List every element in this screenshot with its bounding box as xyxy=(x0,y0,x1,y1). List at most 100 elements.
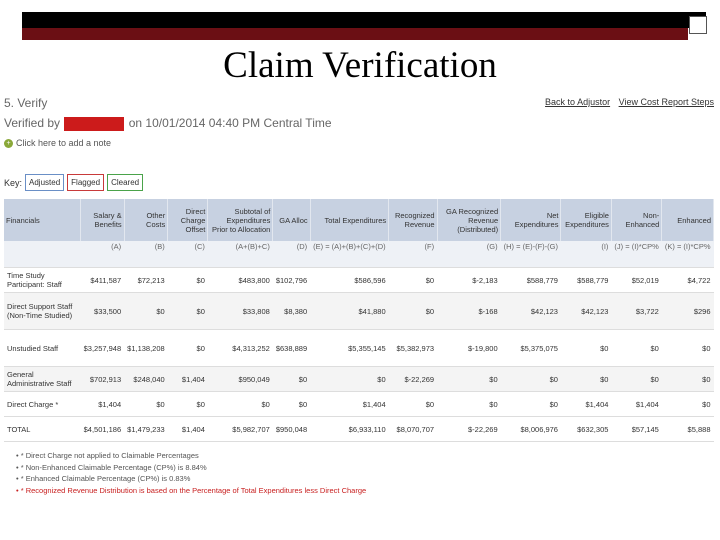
row-label: General Administrative Staff xyxy=(4,366,81,392)
table-cell: $5,355,145 xyxy=(310,329,389,367)
table-cell: $8,006,976 xyxy=(500,416,561,442)
table-cell: $57,145 xyxy=(611,416,662,442)
add-note[interactable]: + Click here to add a note xyxy=(4,138,111,148)
table-cell: $1,404 xyxy=(560,391,612,417)
table-cell: $0 xyxy=(124,391,168,417)
table-cell: $1,404 xyxy=(310,391,389,417)
table-cell: $632,305 xyxy=(560,416,612,442)
table-row-total: TOTAL $4,501,186 $1,479,233 $1,404 $5,98… xyxy=(4,416,714,442)
table-cell: $950,049 xyxy=(207,366,273,392)
formula-cell: (H) = (E)-(F)-(G) xyxy=(500,241,561,268)
redacted-name xyxy=(64,116,125,131)
table-header-row: Financials Salary & Benefits Other Costs… xyxy=(4,199,714,241)
table-cell: $0 xyxy=(167,292,208,330)
col-direct-charge-offset: Direct Charge Offset xyxy=(167,199,209,241)
table-cell: $0 xyxy=(167,329,208,367)
verified-prefix: Verified by xyxy=(4,116,61,130)
col-other-costs: Other Costs xyxy=(124,199,169,241)
row-label: Direct Support Staff (Non-Time Studied) xyxy=(4,292,81,330)
col-net-expenditures: Net Expenditures xyxy=(500,199,562,241)
col-enhanced: Enhanced xyxy=(661,199,714,241)
table-cell: $0 xyxy=(560,366,612,392)
footnote: * Non-Enhanced Claimable Percentage (CP%… xyxy=(16,462,366,474)
table-cell: $702,913 xyxy=(80,366,125,392)
table-cell: $0 xyxy=(437,391,501,417)
table-cell: $72,213 xyxy=(124,267,168,293)
formula-cell: (B) xyxy=(124,241,168,268)
col-total-expenditures: Total Expenditures xyxy=(310,199,390,241)
table-cell: $0 xyxy=(661,329,714,367)
key-flagged: Flagged xyxy=(67,174,105,191)
row-label: Direct Charge * xyxy=(4,391,81,417)
table-row-direct-charge: Direct Charge * $1,404 $0 $0 $0 $0 $1,40… xyxy=(4,391,714,417)
table-cell: $102,796 xyxy=(272,267,311,293)
key-adjusted: Adjusted xyxy=(25,174,65,191)
table-cell: $0 xyxy=(611,329,662,367)
table-cell: $5,888 xyxy=(661,416,714,442)
footnote: * Enhanced Claimable Percentage (CP%) is… xyxy=(16,473,366,485)
table-cell: $5,375,075 xyxy=(500,329,561,367)
formula-cell: (A+(B)+C) xyxy=(207,241,273,268)
table-cell: $5,982,707 xyxy=(207,416,273,442)
col-eligible-expenditures: Eligible Expenditures xyxy=(560,199,612,241)
formula-cell: (K) = (I)*CP% xyxy=(661,241,714,268)
back-to-adjustor-link[interactable]: Back to Adjustor xyxy=(545,97,610,107)
top-decor-bar xyxy=(22,12,706,28)
formula-cell: (A) xyxy=(80,241,125,268)
step-title: 5. Verify xyxy=(4,96,48,110)
table-cell: $1,138,208 xyxy=(124,329,168,367)
top-links: Back to Adjustor View Cost Report Steps xyxy=(539,97,714,107)
formula-cell: (E) = (A)+(B)+(C)+(D) xyxy=(310,241,389,268)
table-cell: $0 xyxy=(661,366,714,392)
table-cell: $0 xyxy=(124,292,168,330)
row-label: Time Study Participant: Staff xyxy=(4,267,81,293)
formula-cell: (C) xyxy=(167,241,208,268)
corner-decor-box xyxy=(689,16,707,34)
table-cell: $3,722 xyxy=(611,292,662,330)
table-cell: $42,123 xyxy=(560,292,612,330)
table-cell: $8,070,707 xyxy=(388,416,438,442)
table-cell: $0 xyxy=(560,329,612,367)
table-row-direct-support: Direct Support Staff (Non-Time Studied) … xyxy=(4,292,714,330)
table-cell: $296 xyxy=(661,292,714,330)
add-note-icon[interactable]: + xyxy=(4,138,13,148)
table-cell: $0 xyxy=(500,391,561,417)
col-recognized-revenue: Recognized Revenue xyxy=(388,199,438,241)
table-cell: $0 xyxy=(272,366,311,392)
table-cell: $8,380 xyxy=(272,292,311,330)
table-cell: $0 xyxy=(388,292,438,330)
formula-cell: (G) xyxy=(437,241,501,268)
table-cell: $-2,183 xyxy=(437,267,501,293)
row-label: TOTAL xyxy=(4,416,81,442)
formula-cell xyxy=(4,241,81,268)
footnotes: * Direct Charge not applied to Claimable… xyxy=(16,450,366,496)
table-cell: $-22,269 xyxy=(437,416,501,442)
formula-cell: (I) xyxy=(560,241,612,268)
table-cell: $483,800 xyxy=(207,267,273,293)
footnote: * Direct Charge not applied to Claimable… xyxy=(16,450,366,462)
key-label: Key: xyxy=(4,177,23,188)
table-cell: $1,404 xyxy=(611,391,662,417)
table-cell: $42,123 xyxy=(500,292,561,330)
table-cell: $638,889 xyxy=(272,329,311,367)
table-cell: $-168 xyxy=(437,292,501,330)
table-cell: $588,779 xyxy=(500,267,561,293)
table-cell: $1,404 xyxy=(167,366,208,392)
table-cell: $0 xyxy=(310,366,389,392)
key-legend: Key: Adjusted Flagged Cleared xyxy=(4,174,144,191)
table-cell: $411,587 xyxy=(80,267,125,293)
col-ga-recognized-revenue: GA Recognized Revenue (Distributed) xyxy=(437,199,502,241)
view-cost-report-steps-link[interactable]: View Cost Report Steps xyxy=(619,97,714,107)
table-cell: $3,257,948 xyxy=(80,329,125,367)
verified-suffix: on 10/01/2014 04:40 PM Central Time xyxy=(128,116,332,130)
table-cell: $0 xyxy=(388,267,438,293)
table-cell: $-22,269 xyxy=(388,366,438,392)
table-cell: $52,019 xyxy=(611,267,662,293)
add-note-label[interactable]: Click here to add a note xyxy=(16,138,111,148)
table-cell: $1,404 xyxy=(167,416,208,442)
formula-row: (A) (B) (C) (A+(B)+C) (D) (E) = (A)+(B)+… xyxy=(4,241,714,268)
table-cell: $1,479,233 xyxy=(124,416,168,442)
formula-cell: (F) xyxy=(388,241,438,268)
table-cell: $5,382,973 xyxy=(388,329,438,367)
table-cell: $0 xyxy=(272,391,311,417)
